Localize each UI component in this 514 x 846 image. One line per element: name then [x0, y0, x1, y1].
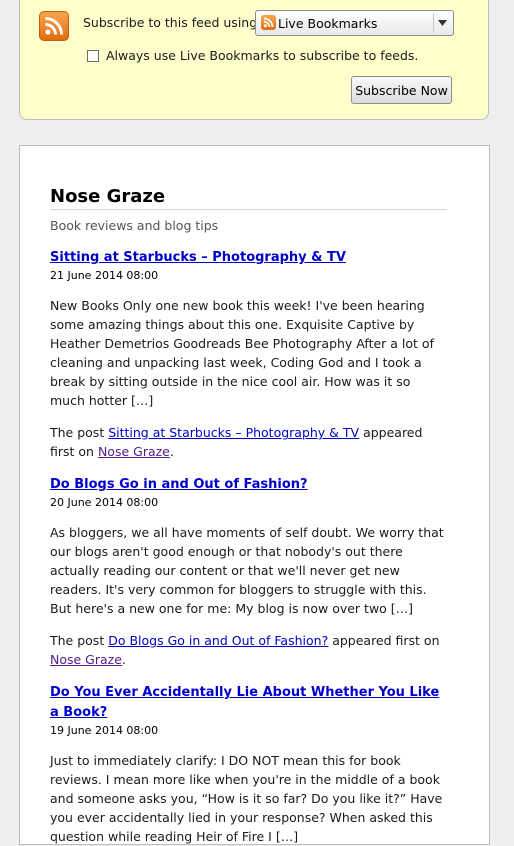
feed-content: Nose Graze Book reviews and blog tips Si…: [19, 145, 490, 845]
feed-body: Nose Graze Book reviews and blog tips Si…: [50, 186, 447, 846]
feed-title: Nose Graze: [50, 186, 447, 210]
footer-middle: appeared first on: [328, 633, 440, 648]
feed-reader-select[interactable]: Live Bookmarks: [255, 10, 454, 36]
chevron-down-icon[interactable]: [433, 13, 451, 33]
entry-date: 21 June 2014 08:00: [50, 269, 159, 282]
always-use-label: Always use Live Bookmarks to subscribe t…: [106, 48, 419, 63]
subscribe-using-label: Subscribe to this feed using: [83, 15, 258, 30]
feed-entry: Do Blogs Go in and Out of Fashion? 20 Ju…: [50, 475, 447, 669]
footer-prefix: The post: [50, 633, 109, 648]
always-use-checkbox[interactable]: [87, 50, 99, 62]
entry-footer: The post Do Blogs Go in and Out of Fashi…: [50, 631, 447, 669]
footer-end: .: [121, 652, 126, 667]
footer-prefix: The post: [50, 425, 109, 440]
subscribe-panel: Subscribe to this feed using Live Bookma…: [19, 0, 489, 120]
rss-feed-icon: [261, 15, 276, 30]
footer-site-link[interactable]: Nose Graze: [98, 444, 170, 459]
entry-summary: As bloggers, we all have moments of self…: [50, 525, 444, 616]
subscribe-now-button[interactable]: Subscribe Now: [351, 76, 452, 104]
entry-title-link[interactable]: Sitting at Starbucks – Photography & TV: [50, 248, 447, 268]
footer-post-link[interactable]: Do Blogs Go in and Out of Fashion?: [108, 633, 328, 648]
entry-title-link[interactable]: Do Blogs Go in and Out of Fashion?: [50, 475, 447, 495]
entry-date: 19 June 2014 08:00: [50, 724, 159, 737]
entry-date: 20 June 2014 08:00: [50, 496, 159, 509]
feed-subtitle: Book reviews and blog tips: [50, 218, 219, 233]
feed-entry: Do You Ever Accidentally Lie About Wheth…: [50, 683, 447, 846]
entry-footer: The post Sitting at Starbucks – Photogra…: [50, 423, 447, 461]
selected-reader: Live Bookmarks: [278, 16, 378, 31]
entry-summary: Just to immediately clarify: I DO NOT me…: [50, 753, 443, 844]
footer-post-link[interactable]: Sitting at Starbucks – Photography & TV: [108, 425, 359, 440]
feed-entry: Sitting at Starbucks – Photography & TV …: [50, 248, 447, 461]
footer-end: .: [169, 444, 174, 459]
entry-title-link[interactable]: Do You Ever Accidentally Lie About Wheth…: [50, 683, 447, 723]
rss-feed-icon: [39, 11, 69, 41]
footer-site-link[interactable]: Nose Graze: [50, 652, 122, 667]
entry-summary: New Books Only one new book this week! I…: [50, 298, 434, 408]
